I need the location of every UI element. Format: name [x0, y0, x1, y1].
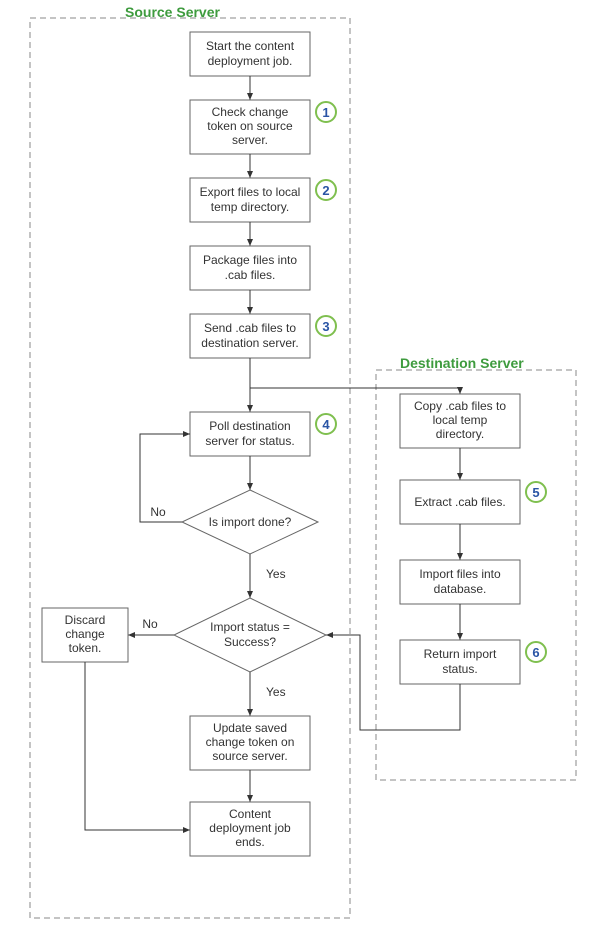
svg-text:database.: database. — [434, 582, 487, 596]
svg-text:change: change — [65, 627, 105, 641]
flowchart-diagram: Source Server Destination Server Start t… — [0, 0, 590, 929]
svg-text:Import status =: Import status = — [210, 620, 290, 634]
label-success-yes: Yes — [266, 685, 286, 699]
annotation-6: 6 — [532, 645, 539, 660]
svg-text:status.: status. — [442, 662, 477, 676]
annotation-1: 1 — [322, 105, 329, 120]
svg-text:Copy .cab files to: Copy .cab files to — [414, 399, 506, 413]
svg-text:Send .cab files to: Send .cab files to — [204, 321, 296, 335]
svg-text:Is import done?: Is import done? — [209, 515, 292, 529]
svg-text:Export files to local: Export files to local — [200, 185, 301, 199]
label-isdone-no: No — [150, 505, 166, 519]
svg-text:temp directory.: temp directory. — [211, 200, 289, 214]
svg-text:deployment job: deployment job — [209, 821, 291, 835]
label-success-no: No — [142, 617, 158, 631]
svg-text:Import files into: Import files into — [419, 567, 501, 581]
edge-send-copy — [250, 388, 460, 394]
svg-text:Extract .cab files.: Extract .cab files. — [414, 495, 505, 509]
svg-text:server.: server. — [232, 133, 268, 147]
svg-text:change token on: change token on — [206, 735, 295, 749]
svg-text:directory.: directory. — [436, 427, 484, 441]
source-server-title: Source Server — [125, 4, 220, 20]
svg-text:token.: token. — [69, 641, 102, 655]
svg-text:Content: Content — [229, 807, 272, 821]
svg-text:Check change: Check change — [212, 105, 289, 119]
svg-text:token on source: token on source — [207, 119, 293, 133]
label-isdone-yes: Yes — [266, 567, 286, 581]
svg-text:Start the content: Start the content — [206, 39, 295, 53]
svg-text:Poll destination: Poll destination — [209, 419, 290, 433]
svg-text:server for status.: server for status. — [205, 434, 294, 448]
svg-text:Success?: Success? — [224, 635, 276, 649]
svg-text:source server.: source server. — [212, 749, 287, 763]
destination-server-title: Destination Server — [400, 355, 524, 371]
annotation-3: 3 — [322, 319, 329, 334]
annotation-5: 5 — [532, 485, 539, 500]
svg-text:Package files into: Package files into — [203, 253, 297, 267]
annotation-2: 2 — [322, 183, 329, 198]
svg-text:deployment job.: deployment job. — [208, 54, 293, 68]
svg-text:Discard: Discard — [65, 613, 106, 627]
svg-text:ends.: ends. — [235, 835, 264, 849]
svg-text:Update saved: Update saved — [213, 721, 287, 735]
svg-text:local temp: local temp — [433, 413, 488, 427]
svg-text:destination server.: destination server. — [201, 336, 298, 350]
svg-text:.cab files.: .cab files. — [225, 268, 276, 282]
edge-discard-end — [85, 662, 190, 830]
annotation-4: 4 — [322, 417, 330, 432]
svg-text:Return import: Return import — [424, 647, 497, 661]
